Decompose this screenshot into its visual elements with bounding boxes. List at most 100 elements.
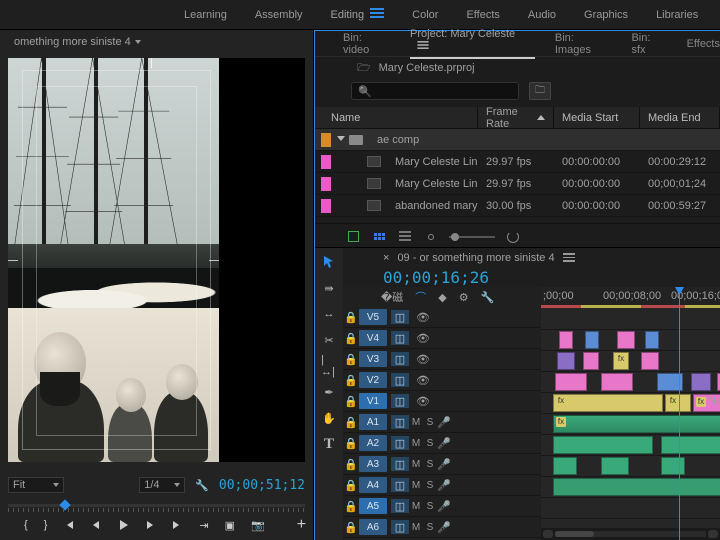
sequence-tab[interactable]: × 09 - or something more siniste 4: [343, 248, 720, 268]
track-v4[interactable]: 🔒V4◫👁: [343, 328, 541, 349]
new-bin-button[interactable]: 🗀: [529, 82, 551, 100]
settings-icon[interactable]: ⚙: [459, 291, 469, 304]
icon-view-icon[interactable]: [371, 230, 387, 244]
linked-selection-icon[interactable]: ⌒: [415, 289, 426, 305]
scroll-end-left[interactable]: [543, 530, 553, 538]
lock-icon[interactable]: 🔒: [343, 311, 359, 324]
audio-clip[interactable]: [661, 436, 720, 454]
sync-lock-icon[interactable]: ◫: [391, 520, 409, 534]
solo-button[interactable]: S: [423, 417, 437, 428]
add-button-icon[interactable]: +: [297, 518, 306, 532]
clip[interactable]: [583, 352, 599, 370]
track-v5[interactable]: 🔒V5◫👁: [343, 307, 541, 328]
clip[interactable]: fx: [613, 352, 629, 370]
export-frame-icon[interactable]: 📷: [251, 518, 265, 532]
clip[interactable]: fx: [665, 394, 691, 412]
step-back-icon[interactable]: [91, 518, 101, 532]
slip-tool-icon[interactable]: |↔|: [321, 358, 337, 374]
col-name[interactable]: Name: [315, 107, 478, 128]
eye-icon[interactable]: 👁: [415, 311, 431, 324]
audio-clip[interactable]: fx: [553, 415, 720, 433]
menu-icon[interactable]: [417, 41, 428, 49]
sync-lock-icon[interactable]: ◫: [391, 331, 409, 345]
project-tab[interactable]: Project: Mary Celeste: [410, 28, 535, 59]
zoom-small-icon[interactable]: [423, 230, 439, 244]
overwrite-icon[interactable]: ▣: [225, 518, 235, 532]
solo-button[interactable]: S: [423, 438, 437, 449]
selection-tool-icon[interactable]: [321, 254, 337, 270]
mute-button[interactable]: M: [409, 480, 423, 491]
sync-lock-icon[interactable]: ◫: [391, 394, 409, 408]
mute-button[interactable]: M: [409, 438, 423, 449]
refresh-icon[interactable]: [505, 230, 521, 244]
mic-icon[interactable]: 🎤: [437, 437, 451, 450]
col-framerate[interactable]: Frame Rate: [478, 107, 554, 128]
track-a1[interactable]: 🔒A1◫MS🎤: [343, 412, 541, 433]
type-tool-icon[interactable]: T: [321, 436, 337, 452]
solo-button[interactable]: S: [423, 480, 437, 491]
go-out-icon[interactable]: [171, 518, 183, 532]
clip-row[interactable]: abandoned mary celest 30.00 fps 00:00:00…: [315, 195, 720, 217]
source-monitor-viewport[interactable]: [8, 58, 305, 462]
scroll-end-right[interactable]: [708, 530, 718, 538]
insert-icon[interactable]: ⇥: [199, 518, 208, 532]
track-a6[interactable]: 🔒A6◫MS🎤: [343, 517, 541, 538]
lock-icon[interactable]: 🔒: [343, 437, 359, 450]
pen-tool-icon[interactable]: ✒: [321, 384, 337, 400]
ripple-tool-icon[interactable]: ↔: [321, 306, 337, 322]
sync-lock-icon[interactable]: ◫: [391, 373, 409, 387]
hand-tool-icon[interactable]: ✋: [321, 410, 337, 426]
audio-clip[interactable]: [601, 457, 629, 475]
menu-icon[interactable]: [563, 253, 575, 263]
wrench-icon[interactable]: 🔧: [481, 291, 495, 304]
audio-clip[interactable]: [553, 436, 653, 454]
eye-icon[interactable]: 👁: [415, 353, 431, 366]
clip-row[interactable]: Mary Celeste Linked C 29.97 fps 00:00:00…: [315, 151, 720, 173]
snap-icon[interactable]: �磁: [381, 289, 403, 305]
lock-icon[interactable]: 🔒: [343, 353, 359, 366]
eye-icon[interactable]: 👁: [415, 332, 431, 345]
clip[interactable]: [617, 331, 635, 349]
clip[interactable]: [601, 373, 633, 391]
bin-tab-sfx[interactable]: Bin: sfx: [631, 32, 666, 56]
mic-icon[interactable]: 🎤: [437, 416, 451, 429]
mic-icon[interactable]: 🎤: [437, 458, 451, 471]
settings-icon[interactable]: 🔧: [195, 479, 209, 492]
label-color[interactable]: [321, 177, 331, 191]
mark-in-icon[interactable]: {: [24, 518, 28, 532]
solo-button[interactable]: S: [423, 501, 437, 512]
playhead[interactable]: [679, 287, 680, 540]
mic-icon[interactable]: 🎤: [437, 500, 451, 513]
track-a4[interactable]: 🔒A4◫MS🎤: [343, 475, 541, 496]
step-fwd-icon[interactable]: [145, 518, 155, 532]
sync-lock-icon[interactable]: ◫: [391, 457, 409, 471]
sequence-timecode[interactable]: 00;00;16;26: [343, 268, 720, 287]
lock-icon[interactable]: 🔒: [343, 416, 359, 429]
time-ruler[interactable]: ;00;00 00;00;08;00 00;00;16;00 0: [541, 287, 720, 307]
close-icon[interactable]: ×: [383, 252, 389, 264]
clip[interactable]: [555, 373, 587, 391]
mute-button[interactable]: M: [409, 501, 423, 512]
source-timecode[interactable]: 00;00;51;12: [219, 478, 305, 493]
workspace-tab-assembly[interactable]: Assembly: [255, 9, 303, 21]
audio-clip[interactable]: [661, 457, 685, 475]
list-view-icon[interactable]: [397, 230, 413, 244]
clip[interactable]: [557, 352, 575, 370]
sync-lock-icon[interactable]: ◫: [391, 310, 409, 324]
col-mediaend[interactable]: Media End: [640, 107, 720, 128]
timeline-canvas[interactable]: ;00;00 00;00;08;00 00;00;16;00 0: [541, 287, 720, 540]
freeform-view-icon[interactable]: [345, 230, 361, 244]
sync-lock-icon[interactable]: ◫: [391, 415, 409, 429]
effects-tab[interactable]: Effects: [687, 38, 720, 50]
eye-icon[interactable]: 👁: [415, 374, 431, 387]
audio-clip[interactable]: [553, 457, 577, 475]
thumbnail-size-slider[interactable]: [449, 236, 495, 238]
clip[interactable]: fx: [553, 394, 663, 412]
sync-lock-icon[interactable]: ◫: [391, 478, 409, 492]
eye-icon[interactable]: 👁: [415, 395, 431, 408]
lock-icon[interactable]: 🔒: [343, 332, 359, 345]
clip-row[interactable]: Mary Celeste Linked C 29.97 fps 00:00:00…: [315, 173, 720, 195]
mic-icon[interactable]: 🎤: [437, 479, 451, 492]
work-area[interactable]: [541, 305, 720, 308]
track-v3[interactable]: 🔒V3◫👁: [343, 349, 541, 370]
